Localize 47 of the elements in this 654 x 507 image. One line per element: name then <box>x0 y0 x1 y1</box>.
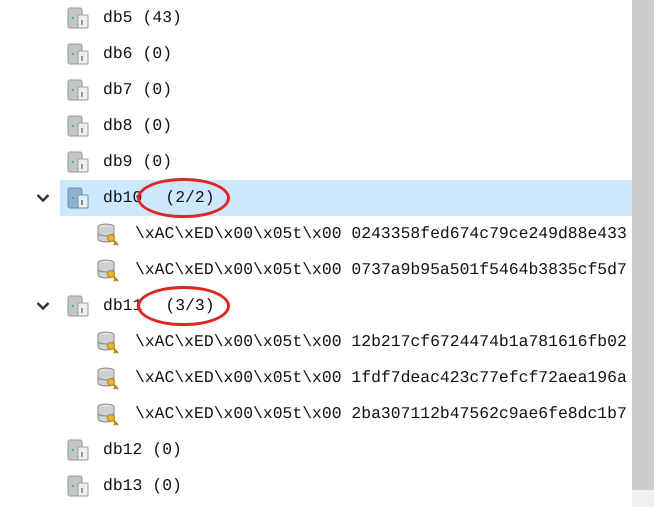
database-tree-item[interactable]: db13 (0) <box>60 468 632 504</box>
database-tree-item[interactable]: db6 (0) <box>60 36 632 72</box>
key-count: (0) <box>142 116 172 135</box>
key-name: \xAC\xED\x00\x05t\x00 0737a9b95a501f5464b3835cf5d7 <box>135 258 627 281</box>
database-tree-item[interactable]: db9 (0) <box>60 144 632 180</box>
database-icon <box>66 186 90 210</box>
database-name: db9 <box>103 150 133 173</box>
key-tree-item[interactable]: \xAC\xED\x00\x05t\x00 12b217cf6724474b1a781616fb02 <box>60 324 632 360</box>
key-database-icon <box>96 366 120 390</box>
database-icon <box>66 78 90 102</box>
database-icon <box>66 474 90 498</box>
database-tree-item[interactable]: db5 (43) <box>60 0 632 36</box>
key-count: (0) <box>142 44 172 63</box>
key-count: (43) <box>142 8 182 27</box>
key-name: \xAC\xED\x00\x05t\x00 2ba307112b47562c9ae6fe8dc1b7 <box>135 402 627 425</box>
database-name: db12 <box>103 438 142 461</box>
key-tree-item[interactable]: \xAC\xED\x00\x05t\x00 0243358fed674c79ce249d88e433 <box>60 216 632 252</box>
key-database-icon <box>96 258 120 282</box>
database-icon <box>66 6 90 30</box>
key-count: (3/3) <box>165 296 215 315</box>
database-icon <box>66 294 90 318</box>
database-icon <box>66 42 90 66</box>
database-icon <box>66 438 90 462</box>
key-database-icon <box>96 222 120 246</box>
key-tree-item[interactable]: \xAC\xED\x00\x05t\x00 2ba307112b47562c9ae6fe8dc1b7 <box>60 396 632 432</box>
database-name: db5 <box>103 6 133 29</box>
key-count: (0) <box>142 152 172 171</box>
database-name: db6 <box>103 42 133 65</box>
database-name: db8 <box>103 114 133 137</box>
key-count: (2/2) <box>165 188 215 207</box>
key-tree-item[interactable]: \xAC\xED\x00\x05t\x00 0737a9b95a501f5464b3835cf5d7 <box>60 252 632 288</box>
database-tree-item[interactable]: db7 (0) <box>60 72 632 108</box>
key-count: (0) <box>142 80 172 99</box>
database-name: db13 <box>103 474 142 497</box>
database-icon <box>66 114 90 138</box>
key-count: (0) <box>152 440 182 459</box>
database-tree-item[interactable]: db12 (0) <box>60 432 632 468</box>
database-icon <box>66 150 90 174</box>
database-tree-item[interactable]: db8 (0) <box>60 108 632 144</box>
key-count: (0) <box>152 476 182 495</box>
database-name: db7 <box>103 78 133 101</box>
key-name: \xAC\xED\x00\x05t\x00 0243358fed674c79ce249d88e433 <box>135 222 627 245</box>
key-name: \xAC\xED\x00\x05t\x00 1fdf7deac423c77efcf72aea196a <box>135 366 627 389</box>
key-tree-item[interactable]: \xAC\xED\x00\x05t\x00 1fdf7deac423c77efcf72aea196a <box>60 360 632 396</box>
key-database-icon <box>96 330 120 354</box>
key-name: \xAC\xED\x00\x05t\x00 12b217cf6724474b1a781616fb02 <box>135 330 627 353</box>
key-database-icon <box>96 402 120 426</box>
